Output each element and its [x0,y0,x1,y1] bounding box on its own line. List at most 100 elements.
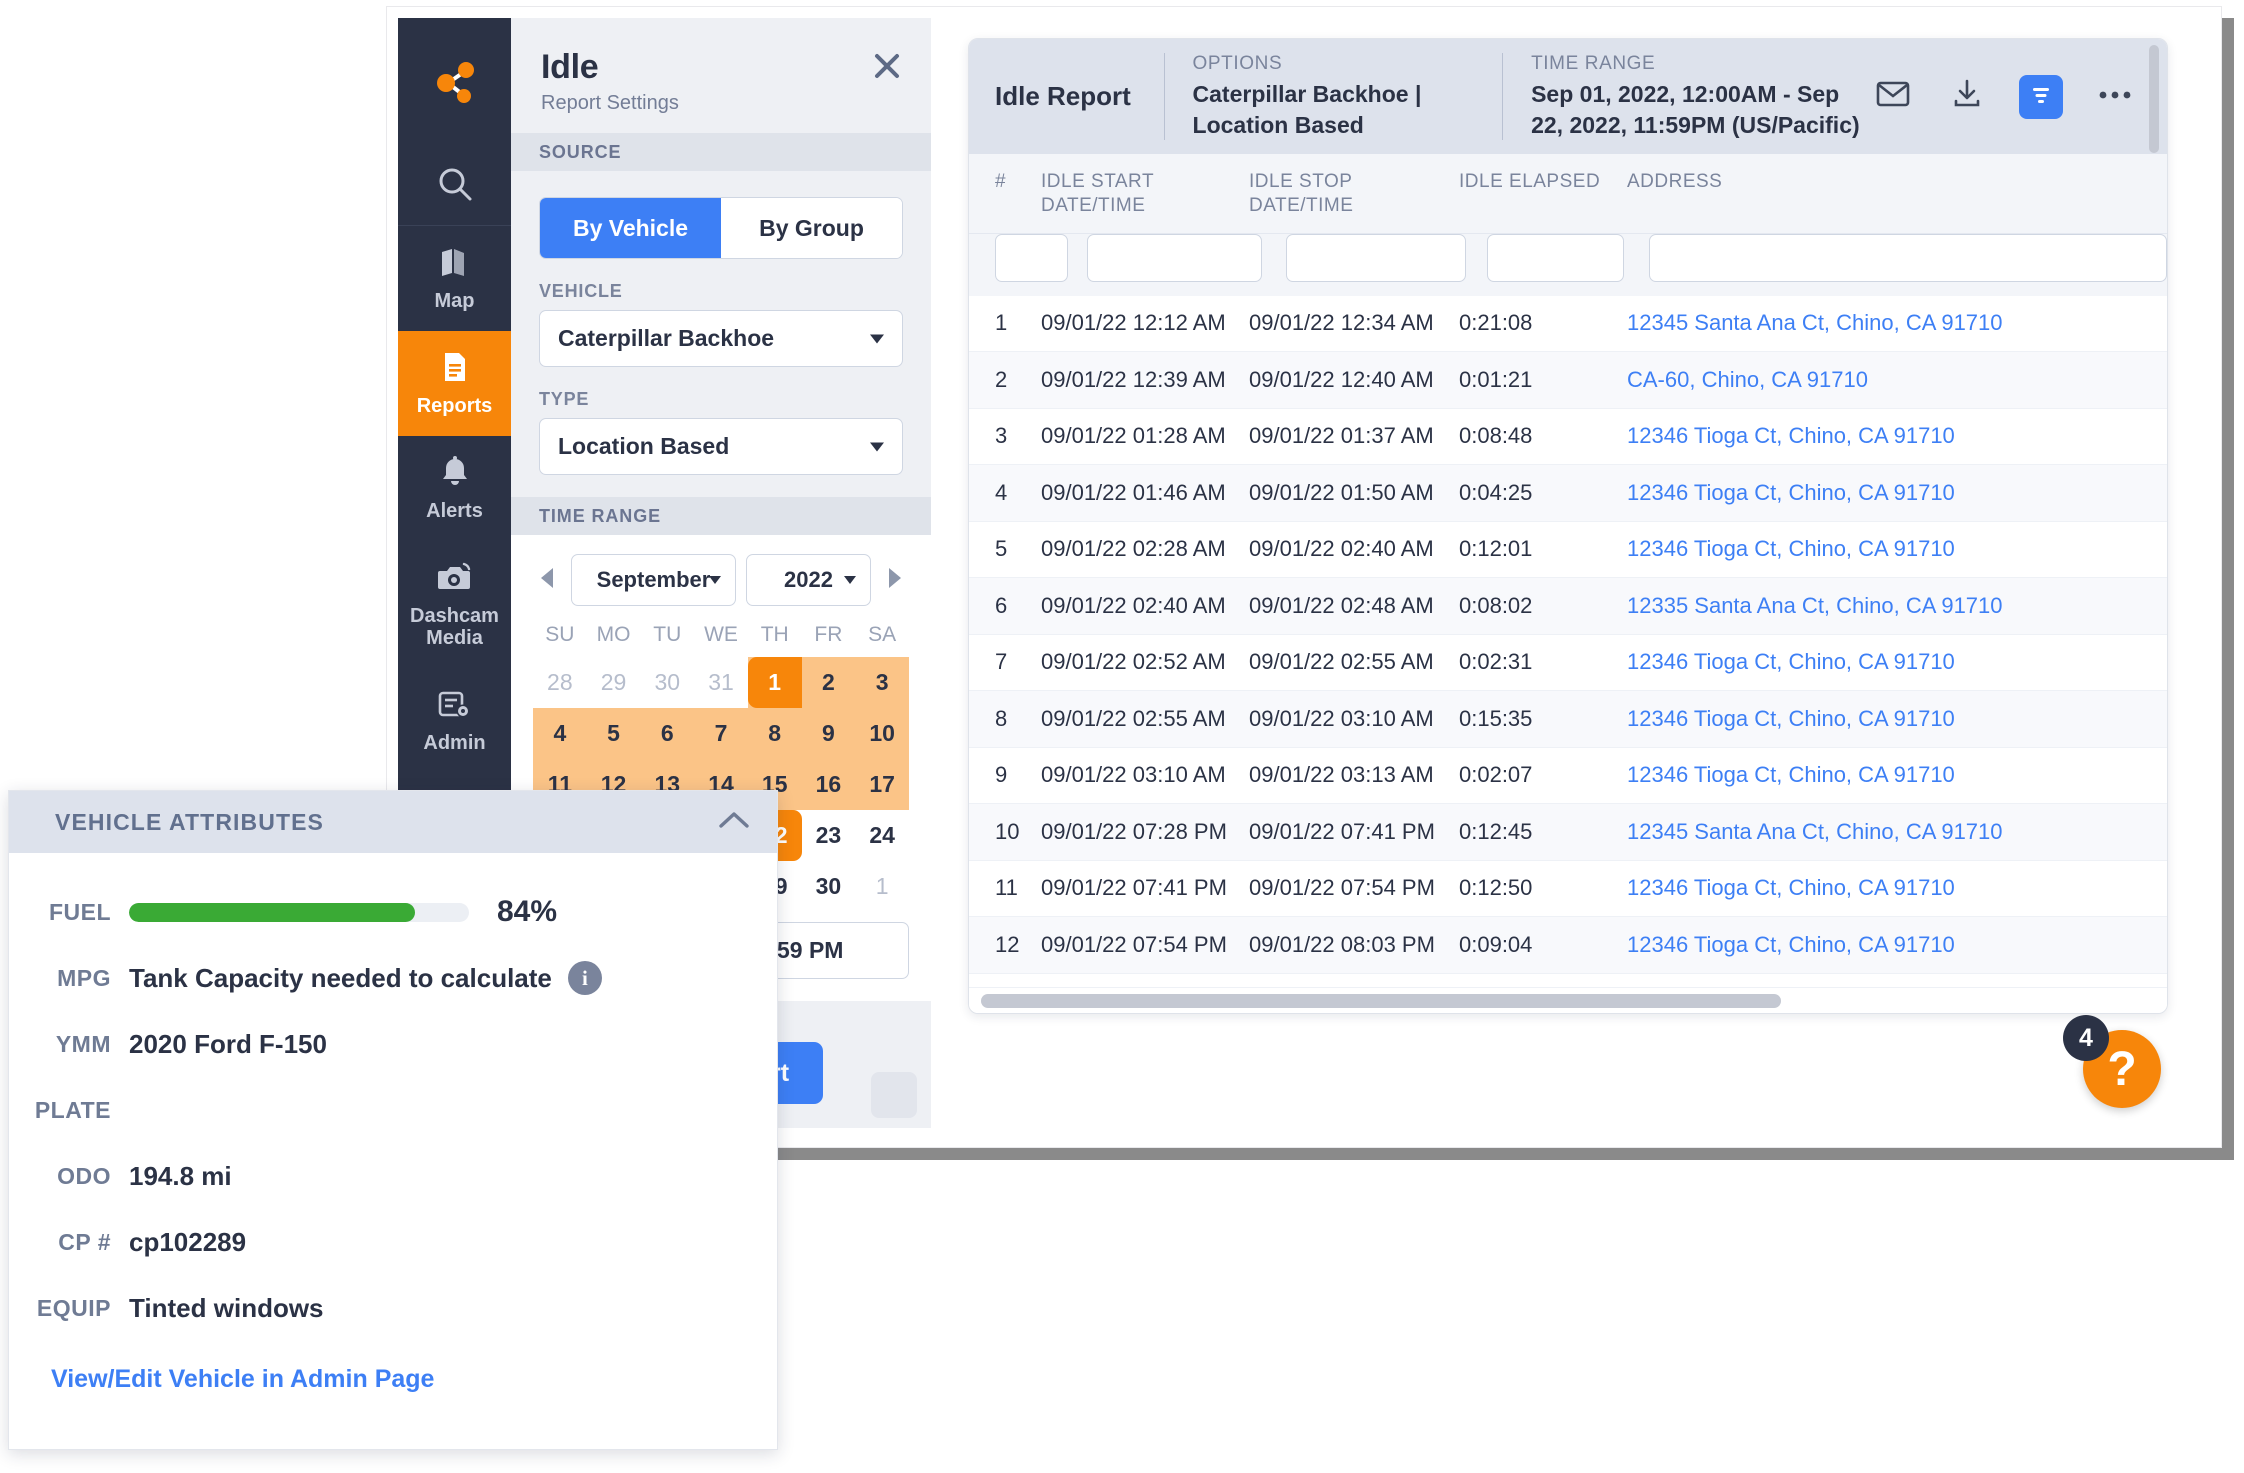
source-by-group-tab[interactable]: By Group [721,198,902,258]
table-row[interactable]: 6 09/01/22 02:40 AM 09/01/22 02:48 AM 0:08:… [969,578,2167,635]
column-header-idle-elapsed[interactable]: IDLE ELAPSED [1459,170,1627,194]
vehicle-attributes-collapse-button[interactable] [717,809,751,836]
vehicle-attributes-panel: VEHICLE ATTRIBUTES FUEL 84% MPG Tank Cap… [8,790,778,1450]
type-select[interactable]: Location Based [539,418,903,475]
collapse-panel-button[interactable] [871,1072,917,1118]
table-row[interactable]: 9 09/01/22 03:10 AM 09/01/22 03:13 AM 0:02:… [969,748,2167,805]
scrollbar-thumb[interactable] [981,994,1781,1008]
calendar-prev-button[interactable] [533,563,561,597]
table-row[interactable]: 4 09/01/22 01:46 AM 09/01/22 01:50 AM 0:04:… [969,465,2167,522]
close-button[interactable] [867,48,907,88]
cell-address-link[interactable]: 12346 Tioga Ct, Chino, CA 91710 [1627,875,2147,901]
table-row[interactable]: 1 09/01/22 12:12 AM 09/01/22 12:34 AM 0:21:… [969,296,2167,353]
cell-index: 12 [995,931,1020,957]
filter-input-idle-start[interactable] [1087,233,1262,282]
sidebar-item-alerts[interactable]: Alerts [398,436,511,541]
calendar-year-select[interactable]: 2022 [746,554,871,606]
table-row[interactable]: 10 09/01/22 07:28 PM 09/01/22 07:41 PM 0:12… [969,804,2167,861]
cell-idle-start: 09/01/22 01:46 AM [1041,479,1226,505]
filter-input-address[interactable] [1648,233,2167,282]
table-row[interactable]: 8 09/01/22 02:55 AM 09/01/22 03:10 AM 0:15:… [969,691,2167,748]
calendar-day[interactable]: 8 [747,708,802,759]
sidebar-search-button[interactable] [398,148,511,226]
sidebar-item-map[interactable]: Map [398,226,511,331]
filter-input-index[interactable] [995,233,1068,282]
cell-idle-elapsed: 0:12:45 [1459,818,1533,844]
table-horizontal-scrollbar[interactable] [969,987,2167,1013]
vehicle-select-value: Caterpillar Backhoe [558,325,775,351]
cell-address-link[interactable]: 12335 Santa Ana Ct, Chino, CA 91710 [1627,593,2147,619]
sidebar-item-label: Dashcam Media [410,605,499,649]
cell-address-link[interactable]: 12346 Tioga Ct, Chino, CA 91710 [1627,706,2147,732]
calendar-day[interactable]: 24 [855,810,909,861]
cell-address-link[interactable]: 12346 Tioga Ct, Chino, CA 91710 [1627,762,2147,788]
mpg-value: Tank Capacity needed to calculate [129,962,552,993]
odo-label: ODO [57,1162,111,1189]
calendar-day[interactable]: 2 [801,657,856,708]
app-logo[interactable] [398,18,511,148]
column-header-idle-stop[interactable]: IDLE STOP DATE/TIME [1249,170,1459,219]
email-report-button[interactable] [1871,75,1915,119]
calendar-next-button[interactable] [881,563,909,597]
cell-address-link[interactable]: CA-60, Chino, CA 91710 [1627,367,2147,393]
cell-address-link[interactable]: 12346 Tioga Ct, Chino, CA 91710 [1627,480,2147,506]
table-vertical-scrollbar[interactable] [2149,45,2159,153]
column-header-index[interactable]: # [969,170,1041,194]
table-row[interactable]: 2 09/01/22 12:39 AM 09/01/22 12:40 AM 0:01:… [969,352,2167,409]
cell-idle-elapsed: 0:08:02 [1459,592,1533,618]
table-row[interactable]: 11 09/01/22 07:41 PM 09/01/22 07:54 PM 0:12… [969,861,2167,918]
sidebar-item-reports[interactable]: Reports [398,331,511,436]
table-row[interactable]: 5 09/01/22 02:28 AM 09/01/22 02:40 AM 0:12:… [969,522,2167,579]
view-edit-vehicle-link[interactable]: View/Edit Vehicle in Admin Page [9,1365,777,1394]
cell-address-link[interactable]: 12345 Santa Ana Ct, Chino, CA 91710 [1627,819,2147,845]
table-filter-row [969,233,2167,296]
table-row[interactable]: 3 09/01/22 01:28 AM 09/01/22 01:37 AM 0:08:… [969,409,2167,466]
calendar-day[interactable]: 7 [694,708,748,759]
calendar-day[interactable]: 16 [801,759,856,810]
calendar-day[interactable]: 29 [587,657,641,708]
sidebar-item-dashcam-media[interactable]: Dashcam Media [398,541,511,669]
sidebar-item-label: Map [434,289,475,312]
calendar-day[interactable]: 30 [802,861,856,912]
calendar-day[interactable]: 30 [640,657,694,708]
calendar-day[interactable]: 3 [855,657,909,708]
calendar-day[interactable]: 17 [855,759,909,810]
cell-address-link[interactable]: 12346 Tioga Ct, Chino, CA 91710 [1627,423,2147,449]
filter-input-idle-elapsed[interactable] [1487,233,1624,282]
cell-idle-elapsed: 0:12:01 [1459,536,1533,562]
cell-address-link[interactable]: 12346 Tioga Ct, Chino, CA 91710 [1627,932,2147,958]
vehicle-select[interactable]: Caterpillar Backhoe [539,310,903,367]
sidebar-item-admin[interactable]: Admin [398,669,511,774]
calendar-weekday-row: SU MO TU WE TH FR SA [533,611,909,657]
calendar-month-select[interactable]: September [571,554,736,606]
info-icon[interactable]: i [567,961,602,995]
cell-address-link[interactable]: 12345 Santa Ana Ct, Chino, CA 91710 [1627,310,2147,336]
calendar-day[interactable]: 5 [586,708,641,759]
download-report-button[interactable] [1945,75,1989,119]
calendar-day[interactable]: 4 [533,708,587,759]
calendar-day[interactable]: 9 [801,708,856,759]
cell-idle-start: 09/01/22 02:52 AM [1041,649,1226,675]
vehicle-attributes-body: FUEL 84% MPG Tank Capacity needed to cal… [9,853,777,1394]
filter-input-idle-stop[interactable] [1285,233,1467,282]
filter-report-button[interactable] [2019,74,2063,119]
more-options-button[interactable] [2093,75,2137,119]
table-row[interactable]: 12 09/01/22 07:54 PM 09/01/22 08:03 PM 0:09… [969,917,2167,974]
chevron-left-icon [883,1082,905,1109]
source-by-vehicle-tab[interactable]: By Vehicle [540,198,721,258]
calendar-day[interactable]: 28 [533,657,587,708]
calendar-day[interactable]: 10 [855,708,909,759]
calendar-weekday: SU [545,623,575,646]
calendar-day[interactable]: 23 [802,810,856,861]
calendar-day[interactable]: 6 [640,708,695,759]
table-row[interactable]: 7 09/01/22 02:52 AM 09/01/22 02:55 AM 0:02:… [969,635,2167,692]
column-header-idle-start[interactable]: IDLE START DATE/TIME [1041,170,1249,219]
calendar-day[interactable]: 1 [855,861,909,912]
column-header-address[interactable]: ADDRESS [1627,170,2147,194]
calendar-day[interactable]: 1 [747,657,802,708]
cell-address-link[interactable]: 12346 Tioga Ct, Chino, CA 91710 [1627,536,2147,562]
cell-index: 7 [995,649,1008,675]
calendar-day[interactable]: 31 [694,657,748,708]
chevron-up-icon [717,811,751,835]
cell-address-link[interactable]: 12346 Tioga Ct, Chino, CA 91710 [1627,649,2147,675]
